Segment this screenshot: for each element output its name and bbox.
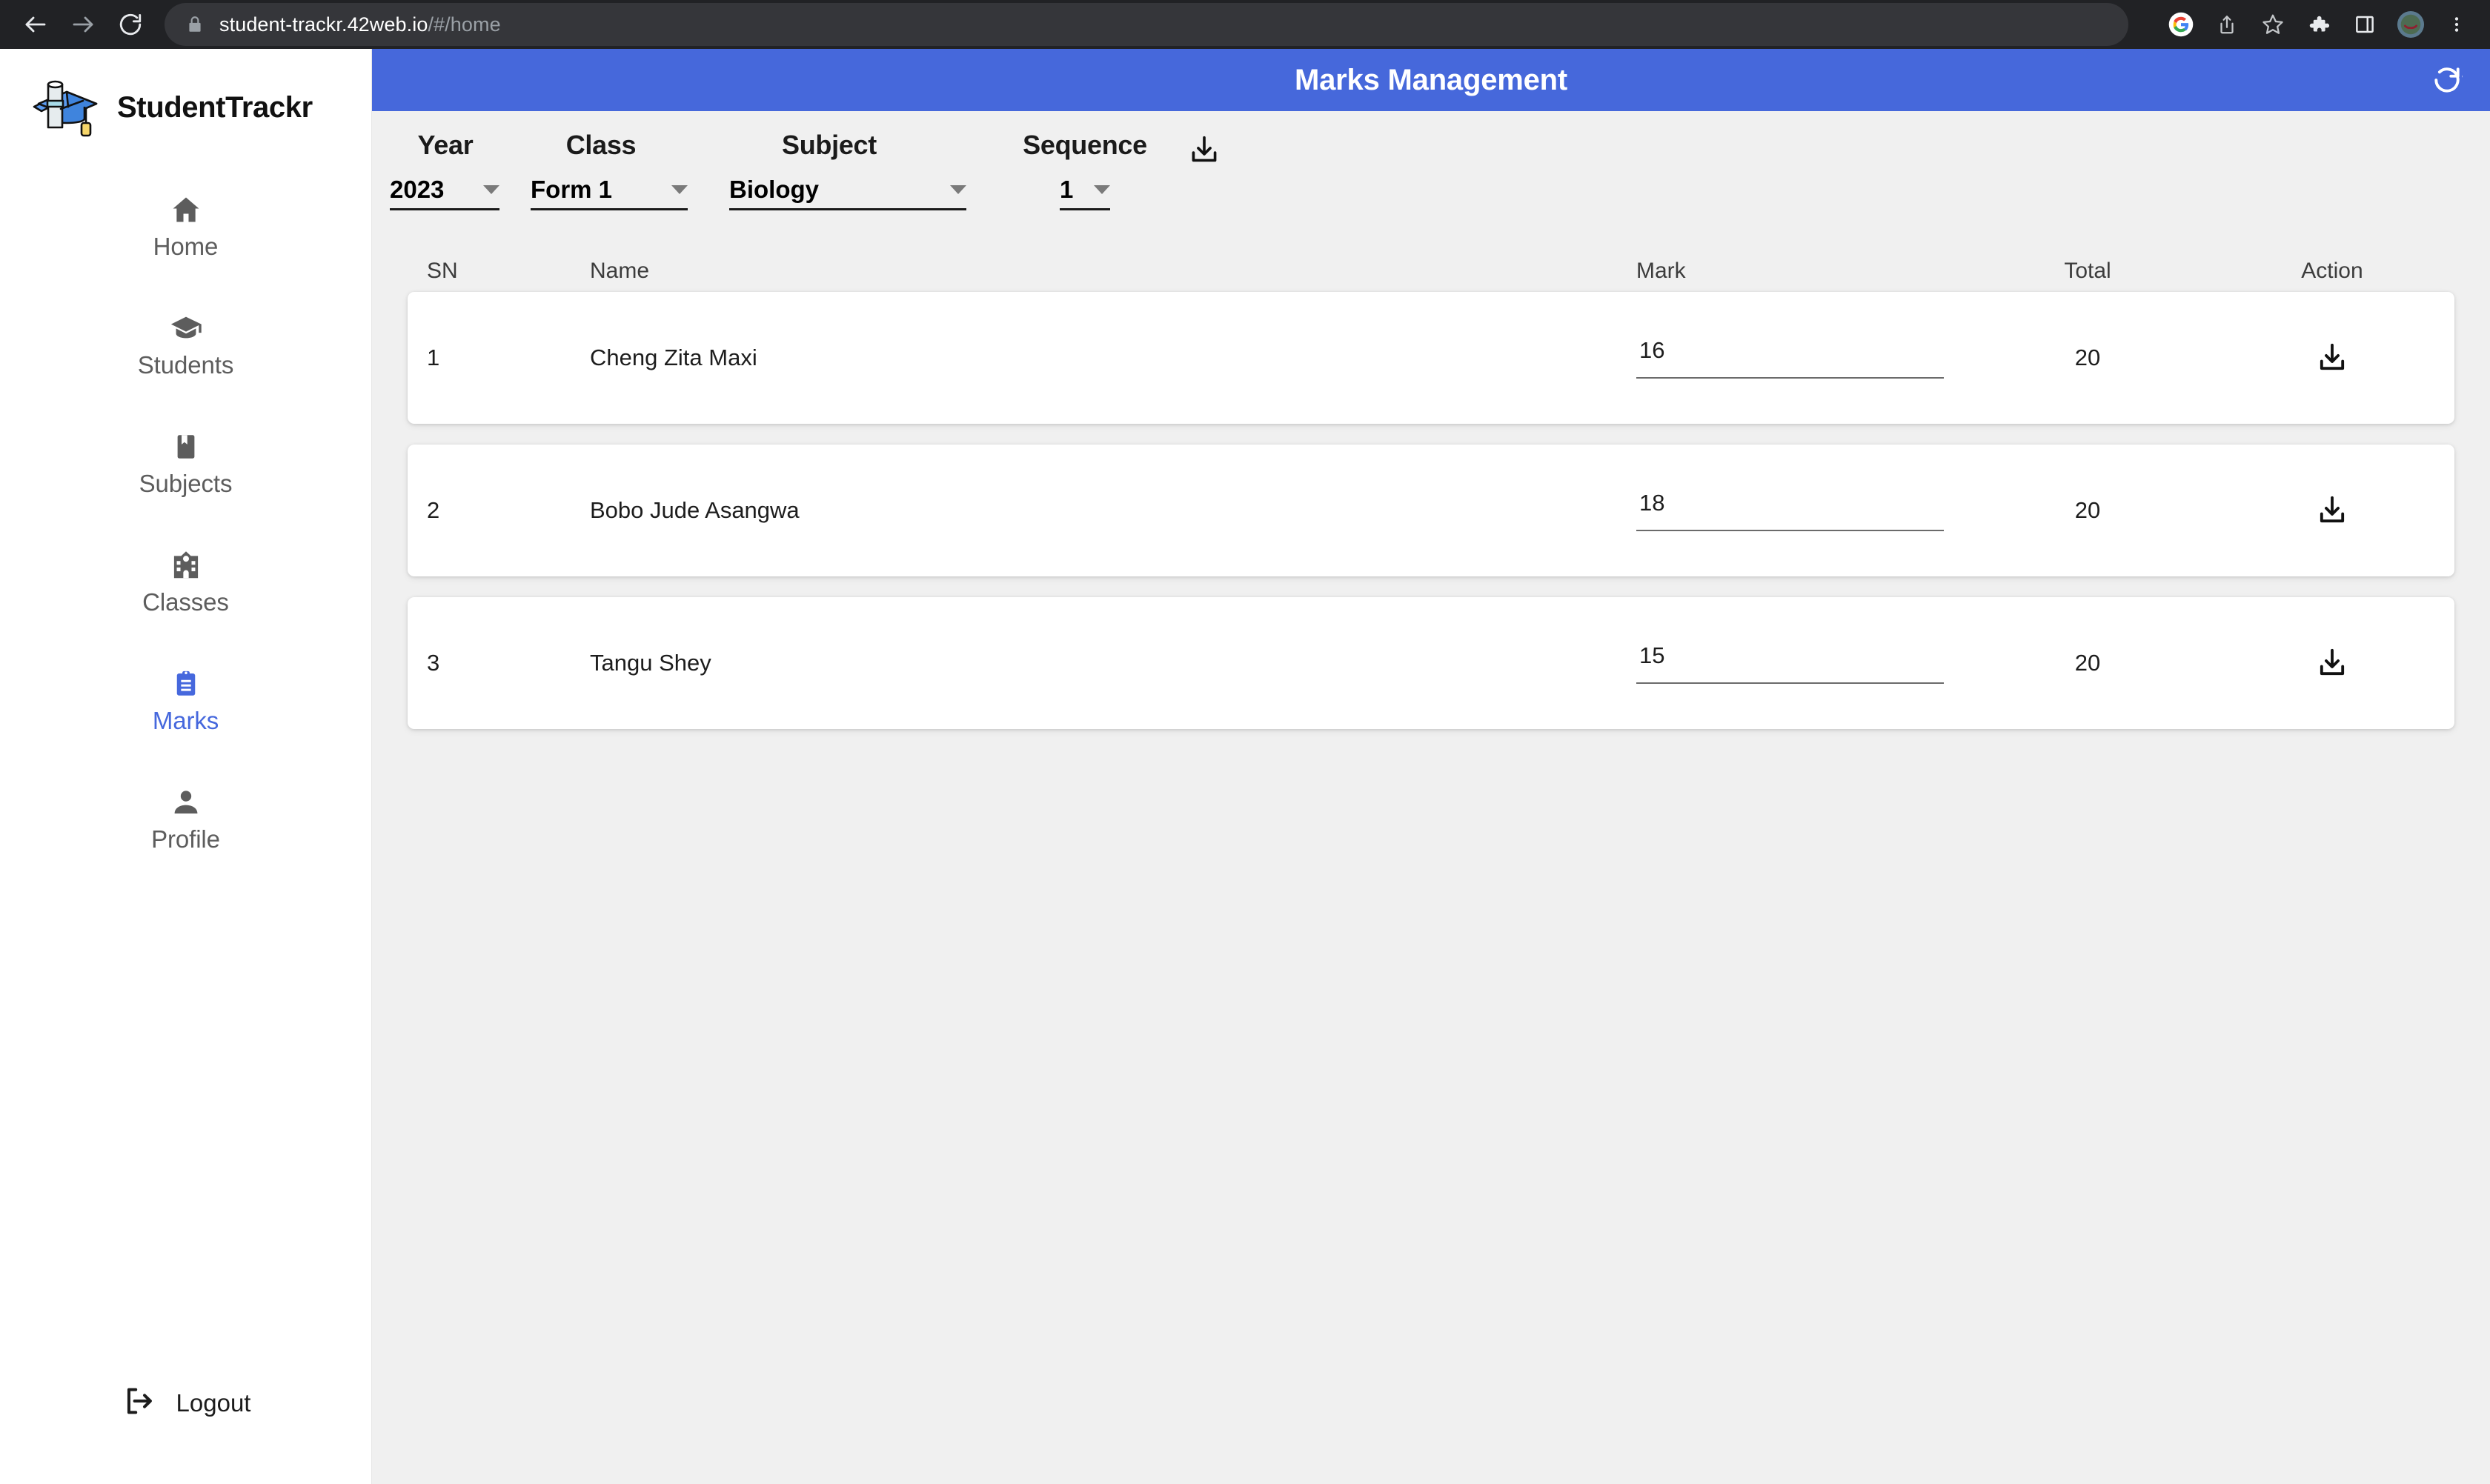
sequence-select[interactable]: 1 [1060, 176, 1110, 210]
column-header-mark: Mark [1636, 259, 1686, 283]
row-total: 20 [2074, 345, 2101, 370]
mark-input[interactable] [1636, 337, 1944, 379]
row-mark-cell [1617, 642, 1965, 684]
mark-input[interactable] [1636, 642, 1944, 684]
google-icon[interactable] [2158, 1, 2204, 47]
filter-class: Class Form 1 [531, 130, 688, 210]
filter-year: Year 2023 [390, 130, 501, 210]
share-icon[interactable] [2204, 1, 2250, 47]
lock-icon [185, 15, 205, 34]
browser-right-icons [2158, 0, 2490, 49]
browser-nav-buttons [0, 1, 154, 48]
sidebar-item-label-classes: Classes [142, 588, 229, 616]
graduation-cap-diploma-logo [28, 74, 105, 141]
filter-label-subject: Subject [782, 130, 877, 160]
row-name: Tangu Shey [590, 650, 711, 676]
reload-icon[interactable] [107, 1, 154, 48]
brand[interactable]: StudentTrackr [0, 49, 371, 141]
row-total: 20 [2074, 497, 2101, 523]
sidebar-nav: Home Students Subjects Classes Marks Pro… [0, 179, 371, 867]
back-arrow-icon[interactable] [12, 1, 59, 48]
url-domain: student-trackr.42web.io [219, 13, 428, 36]
sidebar-item-students[interactable]: Students [0, 298, 371, 393]
chevron-down-icon [483, 185, 499, 194]
sidebar-item-label-profile: Profile [151, 825, 220, 853]
row-name: Cheng Zita Maxi [590, 345, 757, 370]
brand-name: StudentTrackr [117, 90, 313, 124]
year-select[interactable]: 2023 [390, 176, 499, 210]
main-content: Marks Management Year 2023 Class Form 1 [372, 49, 2490, 1484]
chrome-menu-icon[interactable] [2434, 1, 2480, 47]
bookmark-star-icon[interactable] [2250, 1, 2296, 47]
filter-label-sequence: Sequence [1023, 130, 1147, 160]
address-bar[interactable]: student-trackr.42web.io/#/home [165, 3, 2128, 46]
table-header-row: SN Name Mark Total Action [372, 250, 2490, 292]
row-download-icon[interactable] [2210, 341, 2454, 375]
book-bookmark-icon [170, 430, 202, 464]
sidebar-item-label-marks: Marks [152, 707, 219, 734]
table-row: 3 Tangu Shey 20 [408, 597, 2454, 729]
chevron-down-icon [950, 185, 966, 194]
side-panel-icon[interactable] [2342, 1, 2388, 47]
sidebar-item-label-subjects: Subjects [139, 470, 233, 497]
sidebar: StudentTrackr Home Students Subjects Cla… [0, 49, 372, 1484]
sidebar-item-classes[interactable]: Classes [0, 535, 371, 630]
column-header-sn: SN [427, 259, 458, 283]
export-download-icon[interactable] [1183, 129, 1226, 172]
row-name: Bobo Jude Asangwa [590, 497, 800, 523]
logout-button[interactable]: Logout [0, 1384, 372, 1422]
column-header-action: Action [2301, 259, 2363, 283]
filter-sequence: Sequence 1 [996, 130, 1174, 210]
clipboard-icon [170, 667, 202, 701]
column-header-name: Name [590, 259, 650, 283]
app-root: StudentTrackr Home Students Subjects Cla… [0, 49, 2490, 1484]
filter-label-year: Year [417, 130, 474, 160]
sidebar-item-marks[interactable]: Marks [0, 653, 371, 748]
refresh-icon[interactable] [2425, 58, 2469, 102]
class-value: Form 1 [531, 176, 613, 203]
marks-table-body: 1 Cheng Zita Maxi 20 2 Bobo Jude Asangwa… [372, 292, 2490, 729]
url-text: student-trackr.42web.io/#/home [219, 13, 501, 36]
page-header: Marks Management [372, 49, 2490, 111]
sidebar-item-label-home: Home [153, 233, 219, 260]
home-icon [170, 193, 202, 227]
graduation-cap-icon [169, 311, 203, 345]
logout-label: Logout [176, 1388, 251, 1417]
extensions-puzzle-icon[interactable] [2296, 1, 2342, 47]
browser-toolbar: student-trackr.42web.io/#/home [0, 0, 2490, 49]
url-path: /#/home [428, 13, 501, 36]
sequence-value: 1 [1060, 176, 1074, 203]
forward-arrow-icon[interactable] [59, 1, 107, 48]
sidebar-item-profile[interactable]: Profile [0, 772, 371, 867]
chevron-down-icon [1094, 185, 1110, 194]
profile-avatar[interactable] [2388, 1, 2434, 47]
table-row: 2 Bobo Jude Asangwa 20 [408, 445, 2454, 576]
row-total: 20 [2074, 650, 2101, 676]
row-sn: 1 [427, 345, 440, 370]
sidebar-item-label-students: Students [137, 351, 234, 379]
subject-value: Biology [729, 176, 819, 203]
chevron-down-icon [671, 185, 688, 194]
table-row: 1 Cheng Zita Maxi 20 [408, 292, 2454, 424]
row-download-icon[interactable] [2210, 646, 2454, 680]
sidebar-item-home[interactable]: Home [0, 179, 371, 274]
filter-label-class: Class [565, 130, 637, 160]
row-mark-cell [1617, 337, 1965, 379]
mark-input[interactable] [1636, 490, 1944, 531]
person-icon [170, 785, 202, 819]
page-title: Marks Management [1294, 63, 1568, 96]
subject-select[interactable]: Biology [729, 176, 966, 210]
school-building-icon [169, 548, 203, 582]
row-download-icon[interactable] [2210, 493, 2454, 528]
row-sn: 3 [427, 650, 440, 676]
sidebar-item-subjects[interactable]: Subjects [0, 416, 371, 511]
class-select[interactable]: Form 1 [531, 176, 688, 210]
row-mark-cell [1617, 490, 1965, 531]
year-value: 2023 [390, 176, 445, 203]
filter-subject: Subject Biology [729, 130, 966, 210]
column-header-total: Total [2064, 259, 2111, 283]
row-sn: 2 [427, 497, 440, 523]
logout-icon [122, 1384, 156, 1422]
filter-bar: Year 2023 Class Form 1 Subject Biology S… [372, 111, 2490, 210]
